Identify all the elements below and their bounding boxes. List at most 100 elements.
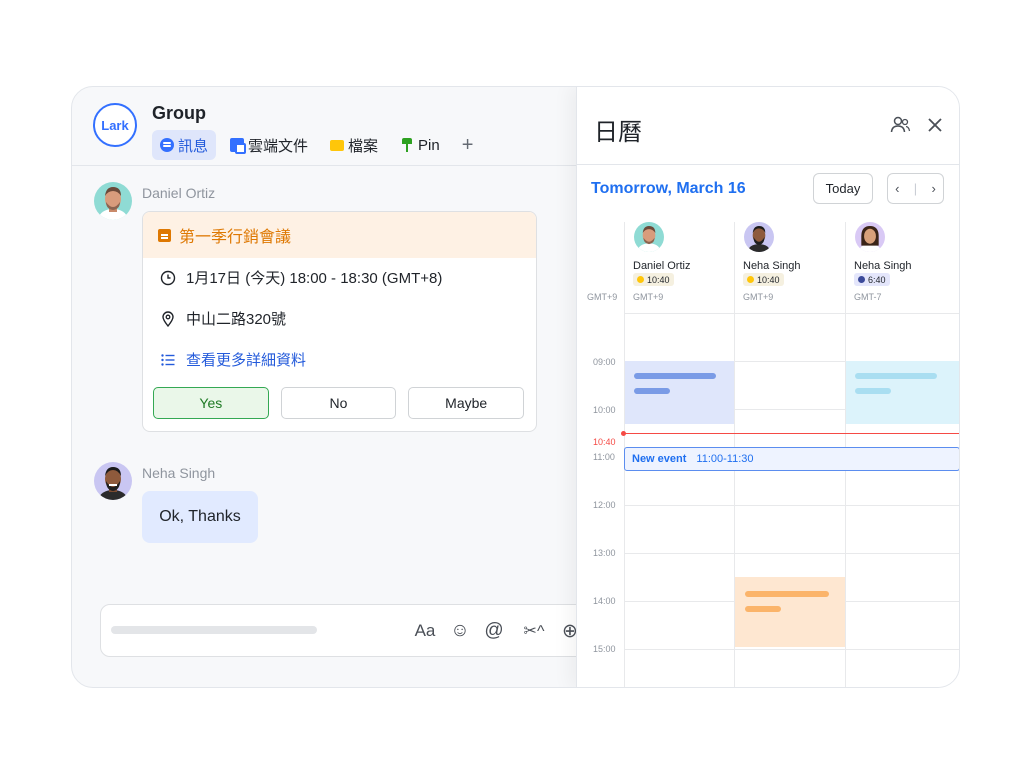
chevron-left-icon[interactable]: ‹ xyxy=(895,181,899,196)
event-card: 第一季行銷會議 1月17日 (今天) 18:00 - 18:30 (GMT+8)… xyxy=(142,211,537,432)
calendar-panel: 日曆 Tomorrow, March 16 Today ‹ | › GMT+9 … xyxy=(576,87,959,687)
local-time: 10:40 xyxy=(757,274,780,285)
busy-block[interactable] xyxy=(625,361,734,424)
folder-icon xyxy=(330,139,345,151)
text-format-icon[interactable]: Aa xyxy=(413,619,437,643)
rsvp-yes-button[interactable]: Yes xyxy=(153,387,269,419)
app-window: Lark Group 訊息 雲端文件 檔案 Pin + Daniel Ortiz… xyxy=(71,86,960,688)
local-time: 6:40 xyxy=(868,274,886,285)
calendar-title: 日曆 xyxy=(594,119,642,146)
pin-icon xyxy=(400,138,414,152)
hour-label: 15:00 xyxy=(593,644,616,654)
hour-label: 13:00 xyxy=(593,548,616,558)
block-placeholder xyxy=(634,388,670,394)
event-header: 第一季行銷會議 xyxy=(143,212,536,258)
new-event-time: 11:00-11:30 xyxy=(696,453,754,465)
event-title[interactable]: 第一季行銷會議 xyxy=(179,223,291,247)
event-location-row: 中山二路320號 xyxy=(143,298,536,339)
details-link-label: 查看更多詳細資料 xyxy=(186,352,307,369)
tab-pin[interactable]: Pin xyxy=(392,130,448,160)
emoji-icon[interactable]: ☺ xyxy=(448,619,472,643)
event-details-link[interactable]: 查看更多詳細資料 xyxy=(143,339,536,380)
local-time-badge: 10:40 xyxy=(633,273,674,286)
clock-icon xyxy=(160,270,176,285)
tab-files[interactable]: 檔案 xyxy=(322,130,386,160)
doc-icon xyxy=(230,138,247,154)
today-button[interactable]: Today xyxy=(813,173,873,204)
person-name: Neha Singh xyxy=(854,260,912,272)
message-composer[interactable]: Aa ☺ @ ✂^ ⊕ xyxy=(100,604,600,657)
current-time-line xyxy=(623,433,959,434)
scissors-icon[interactable]: ✂^ xyxy=(517,619,551,643)
block-placeholder xyxy=(855,373,937,379)
local-time-badge: 10:40 xyxy=(743,273,784,286)
rsvp-buttons: Yes No Maybe xyxy=(143,387,536,419)
person-timezone: GMT-7 xyxy=(854,292,882,302)
avatar[interactable] xyxy=(94,462,132,500)
message-icon xyxy=(160,138,174,152)
divider xyxy=(577,164,959,165)
tab-messages[interactable]: 訊息 xyxy=(152,130,217,160)
busy-block[interactable] xyxy=(846,361,959,424)
hour-label: 10:00 xyxy=(593,405,616,415)
sun-icon xyxy=(747,276,754,283)
tab-label: 雲端文件 xyxy=(248,137,309,155)
hour-label: 14:00 xyxy=(593,596,616,606)
person-timezone: GMT+9 xyxy=(633,292,664,302)
tab-label: Pin xyxy=(418,136,440,154)
date-nav: ‹ | › xyxy=(887,173,944,204)
avatar[interactable] xyxy=(94,182,132,220)
sender-name: Daniel Ortiz xyxy=(142,185,216,201)
avatar[interactable] xyxy=(744,222,774,252)
block-placeholder xyxy=(634,373,716,379)
add-people-icon[interactable] xyxy=(889,114,911,136)
timezone-label: GMT+9 xyxy=(587,292,618,302)
person-name: Neha Singh xyxy=(743,260,801,272)
lark-logo: Lark xyxy=(93,103,137,147)
chevron-right-icon[interactable]: › xyxy=(931,181,935,196)
mention-icon[interactable]: @ xyxy=(482,619,506,643)
composer-input-placeholder[interactable] xyxy=(111,626,317,634)
group-title: Group xyxy=(152,103,206,123)
new-event-block[interactable]: New event 11:00-11:30 xyxy=(624,447,959,471)
block-placeholder xyxy=(745,606,781,612)
block-placeholder xyxy=(855,388,891,394)
rsvp-maybe-button[interactable]: Maybe xyxy=(408,387,525,419)
add-tab-button[interactable]: + xyxy=(454,130,482,160)
tab-label: 訊息 xyxy=(178,137,209,155)
person-timezone: GMT+9 xyxy=(743,292,774,302)
grid-line xyxy=(624,313,959,314)
local-time-badge: 6:40 xyxy=(854,273,890,286)
event-location: 中山二路320號 xyxy=(186,311,287,328)
event-time-row: 1月17日 (今天) 18:00 - 18:30 (GMT+8) xyxy=(143,257,536,298)
moon-icon xyxy=(858,276,865,283)
busy-block[interactable] xyxy=(735,577,845,647)
calendar-date: Tomorrow, March 16 xyxy=(591,180,746,197)
hour-label: 12:00 xyxy=(593,500,616,510)
chat-tabs: 訊息 雲端文件 檔案 Pin + xyxy=(152,130,487,160)
avatar[interactable] xyxy=(855,222,885,252)
rsvp-no-button[interactable]: No xyxy=(280,387,397,419)
local-time: 10:40 xyxy=(647,274,670,285)
grid-line xyxy=(624,649,959,650)
tab-docs[interactable]: 雲端文件 xyxy=(222,130,316,160)
sun-icon xyxy=(637,276,644,283)
calendar-icon xyxy=(158,228,171,242)
avatar[interactable] xyxy=(634,222,664,252)
tab-label: 檔案 xyxy=(348,137,379,155)
hour-label: 09:00 xyxy=(593,357,616,367)
list-icon xyxy=(161,353,175,366)
chat-header: Lark Group 訊息 雲端文件 檔案 Pin + xyxy=(72,87,592,166)
event-time: 1月17日 (今天) 18:00 - 18:30 (GMT+8) xyxy=(186,270,443,287)
new-event-title: New event xyxy=(632,453,687,465)
grid-line xyxy=(624,505,959,506)
close-icon[interactable] xyxy=(924,114,946,136)
block-placeholder xyxy=(745,591,829,597)
location-pin-icon xyxy=(162,310,174,327)
nav-separator: | xyxy=(913,181,918,196)
sender-name: Neha Singh xyxy=(142,465,216,481)
grid-line xyxy=(624,553,959,554)
chat-pane: Lark Group 訊息 雲端文件 檔案 Pin + Daniel Ortiz… xyxy=(72,87,600,687)
person-name: Daniel Ortiz xyxy=(633,260,691,272)
hour-label: 11:00 xyxy=(593,452,615,462)
